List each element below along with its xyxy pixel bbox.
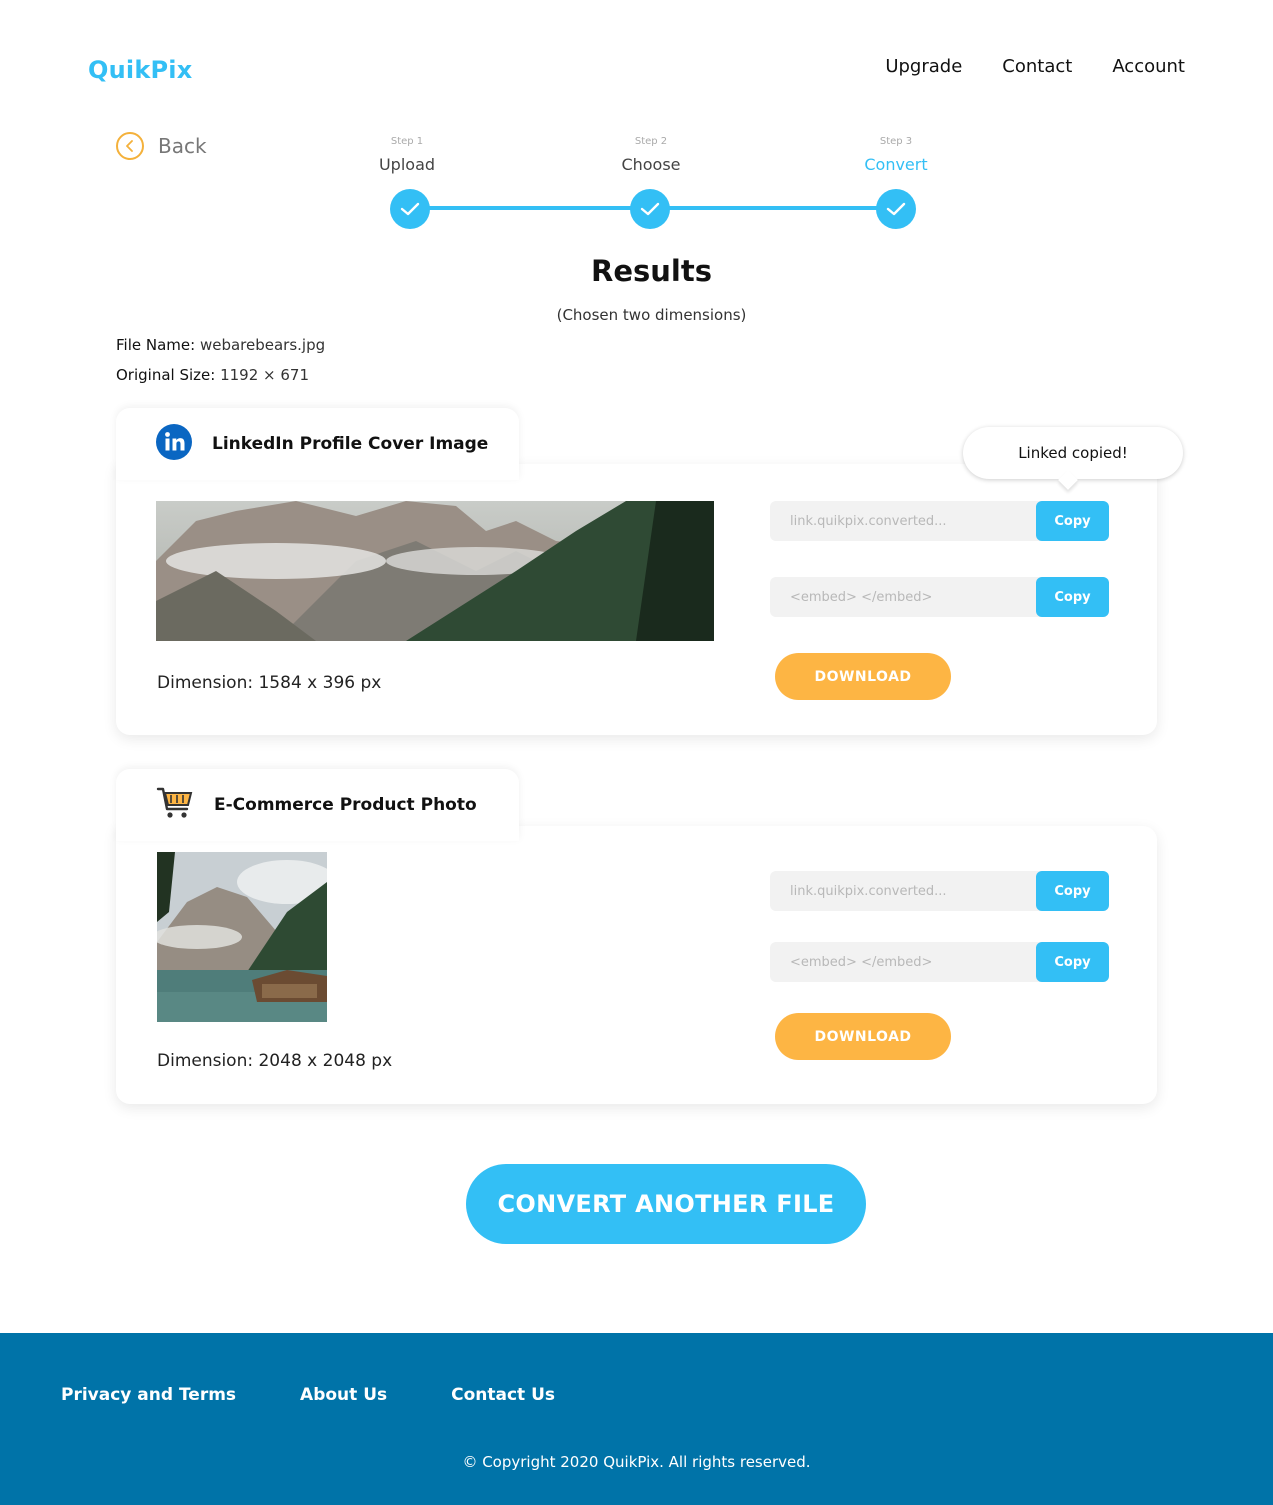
card-title: E-Commerce Product Photo <box>214 795 477 815</box>
convert-another-file-button[interactable]: CONVERT ANOTHER FILE <box>466 1164 866 1244</box>
embed-field[interactable]: <embed> </embed> Copy <box>770 577 1109 617</box>
card-title: LinkedIn Profile Cover Image <box>212 434 489 454</box>
tooltip-text: Linked copied! <box>1018 444 1128 462</box>
nav-upgrade[interactable]: Upgrade <box>885 56 962 77</box>
embed-placeholder: <embed> </embed> <box>790 954 933 970</box>
step-number: Step 3 <box>879 136 913 147</box>
result-card-linkedin: Dimension: 1584 x 396 px link.quikpix.co… <box>116 464 1157 735</box>
file-info: File Name: webarebears.jpg Original Size… <box>116 330 325 390</box>
step-convert: Step 3 Convert <box>836 136 956 174</box>
footer-link-about[interactable]: About Us <box>300 1385 387 1405</box>
embed-placeholder: <embed> </embed> <box>790 589 933 605</box>
copy-link-button[interactable]: Copy <box>1036 871 1109 911</box>
file-name-value: webarebears.jpg <box>199 336 326 354</box>
check-icon <box>876 189 916 229</box>
step-label: Choose <box>621 155 681 174</box>
file-name-label: File Name: <box>116 336 196 354</box>
step-choose: Step 2 Choose <box>591 136 711 174</box>
linkedin-preview-image <box>156 501 714 641</box>
nav-account[interactable]: Account <box>1112 56 1185 77</box>
step-label: Upload <box>378 155 436 174</box>
chevron-left-icon <box>116 132 144 160</box>
step-upload: Step 1 Upload <box>347 136 467 174</box>
step-number: Step 1 <box>390 136 424 147</box>
copy-embed-button[interactable]: Copy <box>1036 942 1109 982</box>
check-icon <box>630 189 670 229</box>
page-subtitle: (Chosen two dimensions) <box>556 306 747 324</box>
footer-link-privacy[interactable]: Privacy and Terms <box>61 1385 236 1405</box>
linkedin-icon <box>156 424 192 464</box>
copy-embed-button[interactable]: Copy <box>1036 577 1109 617</box>
progress-stepper: Step 1 Upload Step 2 Choose Step 3 Conve… <box>360 136 960 236</box>
step-label: Convert <box>864 155 928 174</box>
top-nav: Upgrade Contact Account <box>885 56 1185 77</box>
download-button[interactable]: DOWNLOAD <box>775 653 951 700</box>
copied-tooltip: Linked copied! <box>963 427 1183 490</box>
link-field[interactable]: link.quikpix.converted... Copy <box>770 871 1109 911</box>
original-size-label: Original Size: <box>116 366 216 384</box>
back-label: Back <box>158 134 207 158</box>
shopping-cart-icon <box>156 785 194 825</box>
nav-contact[interactable]: Contact <box>1002 56 1072 77</box>
page-title: Results <box>591 254 712 288</box>
check-icon <box>390 189 430 229</box>
download-button[interactable]: DOWNLOAD <box>775 1013 951 1060</box>
card-tab-linkedin: LinkedIn Profile Cover Image <box>116 408 519 480</box>
logo[interactable]: QuikPix <box>88 56 192 84</box>
card-tab-ecommerce: E-Commerce Product Photo <box>116 769 519 841</box>
footer: Privacy and Terms About Us Contact Us © … <box>0 1333 1273 1505</box>
dimension-label: Dimension: 2048 x 2048 px <box>157 1051 393 1071</box>
result-card-ecommerce: Dimension: 2048 x 2048 px link.quikpix.c… <box>116 826 1157 1104</box>
back-button[interactable]: Back <box>116 132 207 160</box>
original-size-value: 1192 × 671 <box>220 366 310 384</box>
footer-links: Privacy and Terms About Us Contact Us <box>61 1385 555 1405</box>
footer-link-contact[interactable]: Contact Us <box>451 1385 555 1405</box>
ecommerce-preview-image <box>157 852 327 1022</box>
step-number: Step 2 <box>634 136 668 147</box>
link-field[interactable]: link.quikpix.converted... Copy <box>770 501 1109 541</box>
link-placeholder: link.quikpix.converted... <box>790 513 947 529</box>
dimension-label: Dimension: 1584 x 396 px <box>157 673 382 693</box>
copy-link-button[interactable]: Copy <box>1036 501 1109 541</box>
copyright: © Copyright 2020 QuikPix. All rights res… <box>462 1453 811 1471</box>
embed-field[interactable]: <embed> </embed> Copy <box>770 942 1109 982</box>
link-placeholder: link.quikpix.converted... <box>790 883 947 899</box>
